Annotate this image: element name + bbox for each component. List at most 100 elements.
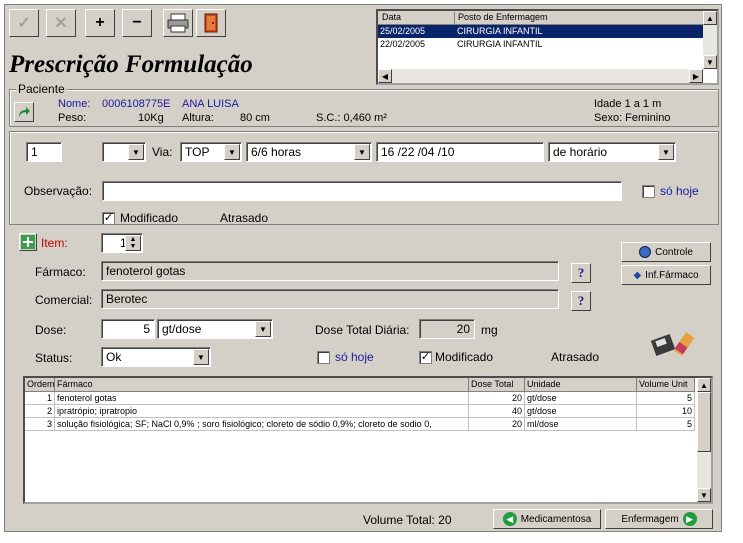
dose-total-label: Dose Total Diária:	[315, 323, 410, 337]
dose-field[interactable]: 5	[101, 319, 155, 339]
header-date: Data	[382, 12, 402, 22]
close-icon: ✕	[54, 15, 68, 32]
via-value: TOP	[185, 145, 210, 159]
save-clear-tool[interactable]	[649, 327, 705, 359]
print-button[interactable]	[163, 9, 193, 37]
scroll-thumb[interactable]	[697, 392, 711, 452]
add-item-button[interactable]	[19, 233, 37, 251]
cell-unidade: ml/dose	[525, 418, 637, 431]
patient-select-button[interactable]	[14, 102, 34, 122]
arrow-left-icon: ◀	[502, 512, 517, 526]
medicamentosa-button[interactable]: ◀ Medicamentosa	[493, 509, 601, 529]
comercial-label: Comercial:	[35, 293, 93, 307]
farmaco-help-button[interactable]: ?	[571, 263, 591, 283]
status-select[interactable]: Ok ▼	[101, 347, 211, 367]
date-list-row[interactable]: 25/02/2005 CIRURGIA INFANTIL	[378, 25, 703, 38]
chevron-down-icon[interactable]: ▼	[224, 144, 240, 160]
dose-unit-select[interactable]: gt/dose ▼	[157, 319, 273, 339]
date-list-row[interactable]: 22/02/2005 CIRURGIA INFANTIL	[378, 38, 703, 51]
cell-unidade: gt/dose	[525, 405, 637, 418]
comercial-value: Berotec	[106, 292, 148, 306]
info-icon: ◆	[633, 269, 642, 281]
scroll-up-icon[interactable]: ▲	[697, 378, 711, 392]
observation-label: Observação:	[24, 184, 93, 198]
chevron-down-icon[interactable]: ▼	[128, 144, 144, 160]
schedule-type-value: de horário	[553, 145, 608, 159]
col-ordem[interactable]: Ordem	[25, 378, 55, 392]
atrasado-label: Atrasado	[220, 211, 269, 225]
col-farmaco[interactable]: Fármaco	[55, 378, 469, 392]
comercial-help-button[interactable]: ?	[571, 291, 591, 311]
arrow-right-icon: ▶	[682, 512, 697, 526]
scroll-left-icon[interactable]: ◀	[378, 69, 392, 83]
observation-field[interactable]	[102, 181, 622, 201]
cell-farmaco: ipratrópio; ipratropio	[55, 405, 469, 418]
confirm-button[interactable]: ✓	[9, 9, 39, 37]
row-station: CIRURGIA INFANTIL	[457, 26, 543, 36]
cell-farmaco: fenoterol gotas	[55, 392, 469, 405]
patient-name: ANA LUISA	[182, 98, 239, 110]
date-list-hscroll[interactable]: ◀ ▶	[378, 69, 703, 83]
col-dose-total[interactable]: Dose Total	[469, 378, 525, 392]
patient-group-label: Paciente	[16, 82, 67, 96]
add-button[interactable]: +	[85, 9, 115, 37]
so-hoje-label: só hoje	[660, 184, 699, 198]
clock-icon	[639, 246, 652, 258]
frequency-select[interactable]: 6/6 horas ▼	[246, 142, 372, 162]
chevron-down-icon[interactable]: ▼	[255, 321, 271, 337]
item-number-spinner[interactable]: 1 ▲ ▼	[101, 233, 143, 253]
table-vscroll[interactable]: ▲ ▼	[697, 378, 711, 502]
cancel-button[interactable]: ✕	[46, 9, 76, 37]
scroll-down-icon[interactable]: ▼	[703, 55, 717, 69]
schedule-number: 1	[31, 145, 38, 159]
item-modificado-label: Modificado	[435, 350, 494, 364]
row-station: CIRURGIA INFANTIL	[457, 39, 543, 49]
schedule-type-select[interactable]: de horário ▼	[548, 142, 676, 162]
item-modificado-checkbox[interactable]: ✓	[419, 351, 432, 364]
plus-icon: +	[95, 14, 105, 31]
prescription-window: ✓ ✕ + − Prescrição Formulação Data Posto…	[4, 4, 722, 532]
dose-total-unit: mg	[481, 323, 498, 337]
patient-sex: Sexo: Feminino	[594, 112, 671, 124]
via-select[interactable]: TOP ▼	[180, 142, 242, 162]
item-so-hoje-label: só hoje	[335, 350, 374, 364]
schedule-number-field[interactable]: 1	[26, 142, 62, 162]
surface-area: S.C.: 0,460 m²	[316, 112, 387, 124]
controle-button[interactable]: Controle	[621, 242, 711, 262]
farmaco-field: fenoterol gotas	[101, 261, 559, 281]
col-unidade[interactable]: Unidade	[525, 378, 637, 392]
scroll-up-icon[interactable]: ▲	[703, 11, 717, 25]
modificado-checkbox[interactable]: ✓	[102, 212, 115, 225]
dose-label: Dose:	[35, 323, 67, 337]
date-list-vscroll[interactable]: ▲ ▼	[703, 11, 717, 69]
scroll-down-icon[interactable]: ▼	[697, 488, 711, 502]
chevron-down-icon[interactable]: ▼	[354, 144, 370, 160]
inf-farmaco-button[interactable]: ◆ Inf.Fármaco	[621, 265, 711, 285]
chevron-down-icon[interactable]: ▼	[193, 349, 209, 365]
header-station: Posto de Enfermagem	[454, 12, 548, 25]
via-label: Via:	[152, 145, 173, 159]
exit-button[interactable]	[196, 9, 226, 37]
so-hoje-checkbox[interactable]	[642, 185, 655, 198]
scroll-right-icon[interactable]: ▶	[689, 69, 703, 83]
prescription-date-list[interactable]: Data Posto de Enfermagem 25/02/2005 CIRU…	[376, 9, 719, 85]
medicamentosa-label: Medicamentosa	[520, 513, 592, 525]
dose-total-value: 20	[456, 322, 470, 336]
enfermagem-label: Enfermagem	[621, 513, 679, 525]
schedule-combo[interactable]: ▼	[102, 142, 146, 162]
frequency-value: 6/6 horas	[251, 145, 302, 159]
spinner-icon[interactable]: ▲ ▼	[125, 235, 141, 251]
medication-table[interactable]: Ordem Fármaco Dose Total Unidade Volume …	[23, 376, 713, 504]
times-field[interactable]: 16 /22 /04 /10	[376, 142, 544, 162]
item-so-hoje-checkbox[interactable]	[317, 351, 330, 364]
chevron-down-icon[interactable]: ▼	[658, 144, 674, 160]
remove-button[interactable]: −	[122, 9, 152, 37]
cell-farmaco: solução fisiológica; SF; NaCl 0,9% ; sor…	[55, 418, 469, 431]
farmaco-value: fenoterol gotas	[106, 264, 186, 278]
col-volume-unit[interactable]: Volume Unit	[637, 378, 695, 392]
item-atrasado-label: Atrasado	[551, 350, 600, 364]
add-item-icon	[21, 235, 35, 249]
dose-unit-value: gt/dose	[162, 322, 202, 336]
enfermagem-button[interactable]: Enfermagem ▶	[605, 509, 713, 529]
check-icon: ✓	[17, 15, 31, 32]
